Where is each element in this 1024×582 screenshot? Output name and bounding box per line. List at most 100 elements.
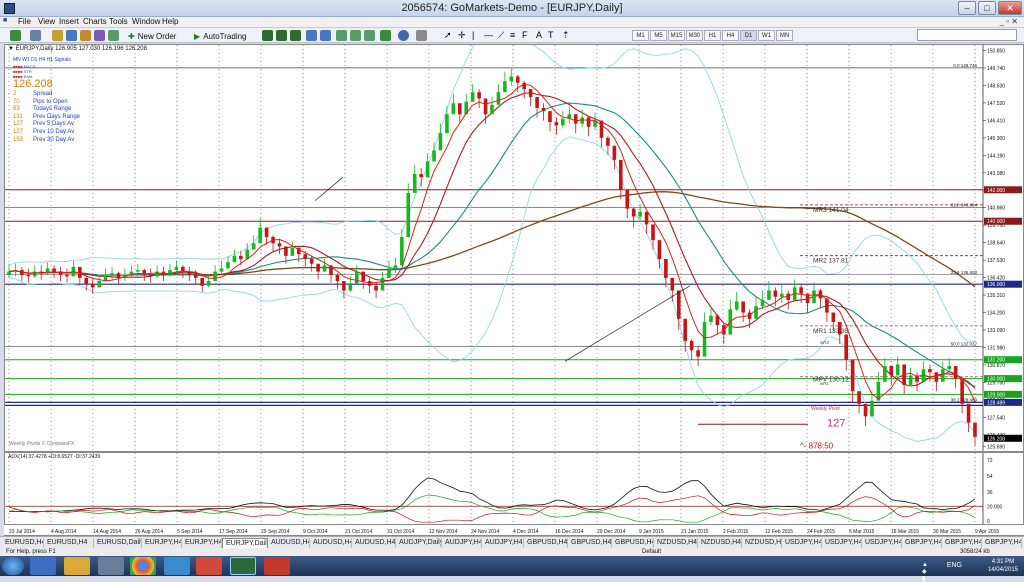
- outlook-icon[interactable]: [164, 557, 190, 575]
- menu-insert[interactable]: Insert: [59, 17, 79, 26]
- tab-eurjpy-h4-2[interactable]: EURJPY,H4: [182, 538, 222, 548]
- new-order-button[interactable]: ✚ New Order: [128, 30, 190, 41]
- tab-audusd-h4[interactable]: AUDUSD,H4: [268, 538, 310, 548]
- media-icon[interactable]: [98, 557, 124, 575]
- fibonacci-icon[interactable]: F: [522, 30, 532, 41]
- stats-panel: 2 Spread 70 Pips to Open 83 Todays Range 13…: [13, 91, 81, 143]
- timeframe-m15[interactable]: M15: [668, 30, 685, 41]
- tab-audjpy-daily[interactable]: AUDJPY,Daily: [396, 538, 442, 548]
- wr2-label: wR2: [820, 340, 829, 345]
- menu-window[interactable]: Window: [132, 17, 160, 26]
- tab-eurusd-daily[interactable]: EURUSD,Daily: [94, 538, 142, 548]
- timeframe-h4[interactable]: H4: [722, 30, 739, 41]
- label-tool-icon[interactable]: T: [548, 30, 558, 41]
- adx-tick-label: 54: [987, 474, 993, 480]
- candlestick-icon[interactable]: [276, 30, 287, 41]
- minimize-button[interactable]: –: [958, 1, 976, 15]
- bar-chart-icon[interactable]: [262, 30, 273, 41]
- data-window-icon[interactable]: [66, 30, 77, 41]
- market-watch-icon[interactable]: [52, 30, 63, 41]
- zoom-out-icon[interactable]: [320, 30, 331, 41]
- timeframe-m30[interactable]: M30: [686, 30, 703, 41]
- menu-file[interactable]: File: [18, 17, 31, 26]
- menu-charts[interactable]: Charts: [83, 17, 107, 26]
- tab-gbpusd-h4[interactable]: GBPUSD,H4: [524, 538, 568, 548]
- pivots-credit: Weekly Pivots © CompassFX: [9, 441, 75, 447]
- tray-icons[interactable]: ▲ ◆ ▮: [922, 562, 928, 582]
- search-input[interactable]: [917, 29, 1017, 41]
- chart-tabs: EURUSD,H4 EURUSD,H4 EURUSD,Daily EURJPY,…: [0, 536, 1024, 548]
- menu-view[interactable]: View: [38, 17, 55, 26]
- timeframe-w1[interactable]: W1: [758, 30, 775, 41]
- timeframe-mn[interactable]: MN: [776, 30, 793, 41]
- candle-body: [760, 299, 765, 307]
- navigator-icon[interactable]: [80, 30, 91, 41]
- trendline-icon[interactable]: ⟋: [498, 30, 508, 41]
- line-chart-icon[interactable]: [290, 30, 301, 41]
- tile-windows-icon[interactable]: [336, 30, 347, 41]
- tab-nzdusd-h4-2[interactable]: NZDUSD,H4: [698, 538, 742, 548]
- text-tool-icon[interactable]: A: [536, 30, 546, 41]
- indicators-icon[interactable]: [380, 30, 391, 41]
- tab-audusd-h4-2[interactable]: AUDUSD,H4: [310, 538, 352, 548]
- zoom-in-icon[interactable]: [306, 30, 317, 41]
- metatrader-icon[interactable]: [230, 557, 256, 575]
- tab-eurusd-h4[interactable]: EURUSD,H4: [2, 538, 44, 548]
- channel-icon[interactable]: ≡: [510, 30, 520, 41]
- language-indicator[interactable]: ENG: [947, 562, 962, 569]
- crosshair-icon[interactable]: ✛: [458, 30, 468, 41]
- tab-usdjpy-h4[interactable]: USDJPY,H4: [782, 538, 822, 548]
- tester-icon[interactable]: [108, 30, 119, 41]
- tab-eurusd-h4-2[interactable]: EURUSD,H4: [44, 538, 94, 548]
- date-tick-label: 24 Feb 2015: [807, 529, 835, 535]
- tab-gbpjpy-h4-2[interactable]: GBPJPY,H4: [942, 538, 982, 548]
- chrome-icon[interactable]: [130, 557, 156, 575]
- cursor-icon[interactable]: ➚: [444, 30, 454, 41]
- adx-panel[interactable]: 72 54 36 20.000 0 ADX(14) 37.4278 +DI:8.6527…: [4, 452, 1024, 525]
- price-chart[interactable]: 0.0 149.746 61.8 140.884 23.6 136.600 50.0 …: [4, 44, 1024, 452]
- adx-canvas[interactable]: 72 54 36 20.000 0: [5, 453, 1023, 524]
- clock[interactable]: 4:31 PM 14/04/2015: [988, 558, 1018, 574]
- horizontal-line-icon[interactable]: —: [484, 30, 494, 41]
- tab-audusd-h4-3[interactable]: AUDUSD,H4: [352, 538, 396, 548]
- timeframe-m5[interactable]: M5: [650, 30, 667, 41]
- templates-icon[interactable]: [416, 30, 427, 41]
- pdf-icon[interactable]: [196, 557, 222, 575]
- tab-audjpy-h4-2[interactable]: AUDJPY,H4: [482, 538, 524, 548]
- tab-audjpy-h4[interactable]: AUDJPY,H4: [442, 538, 482, 548]
- mdi-window-controls[interactable]: _ ▫ ✕: [1000, 17, 1018, 26]
- menu-help[interactable]: Help: [162, 17, 178, 26]
- tab-nzdusd-h4-3[interactable]: NZDUSD,H4: [742, 538, 782, 548]
- vertical-line-icon[interactable]: |: [472, 30, 482, 41]
- menu-tools[interactable]: Tools: [109, 17, 128, 26]
- candle-body: [606, 137, 610, 146]
- tab-eurjpy-daily[interactable]: EURJPY,Daily: [222, 538, 268, 548]
- maximize-button[interactable]: □: [978, 1, 996, 15]
- timeframe-d1[interactable]: D1: [740, 30, 757, 41]
- periods-icon[interactable]: [398, 30, 409, 41]
- chart-shift-icon[interactable]: [364, 30, 375, 41]
- autotrading-button[interactable]: ▶ AutoTrading: [194, 30, 256, 41]
- timeframe-h1[interactable]: H1: [704, 30, 721, 41]
- tab-eurjpy-h4[interactable]: EURJPY,H4: [142, 538, 182, 548]
- arrows-icon[interactable]: ⇡: [562, 30, 572, 41]
- close-button[interactable]: ✕: [998, 1, 1022, 15]
- terminal-icon[interactable]: [94, 30, 105, 41]
- tab-gbpjpy-h4-3[interactable]: GBPJPY,H4: [982, 538, 1022, 548]
- tab-gbpjpy-h4[interactable]: GBPJPY,H4: [902, 538, 942, 548]
- tab-gbpusd-h4-2[interactable]: GBPUSD,H4: [568, 538, 612, 548]
- candle-body: [32, 271, 37, 277]
- start-button[interactable]: [2, 557, 24, 575]
- internet-explorer-icon[interactable]: [30, 557, 56, 575]
- new-chart-icon[interactable]: [10, 30, 21, 41]
- tab-nzdusd-h4[interactable]: NZDUSD,H4: [654, 538, 698, 548]
- timeframe-m1[interactable]: M1: [632, 30, 649, 41]
- auto-scroll-icon[interactable]: [350, 30, 361, 41]
- price-chart-canvas[interactable]: 0.0 149.746 61.8 140.884 23.6 136.600 50.0 …: [5, 45, 1023, 451]
- file-explorer-icon[interactable]: [64, 557, 90, 575]
- snipping-icon[interactable]: [264, 557, 290, 575]
- tab-usdjpy-h4-3[interactable]: USDJPY,H4: [862, 538, 902, 548]
- tab-gbpusd-h4-3[interactable]: GBPUSD,H4: [612, 538, 654, 548]
- profiles-icon[interactable]: [30, 30, 41, 41]
- tab-usdjpy-h4-2[interactable]: USDJPY,H4: [822, 538, 862, 548]
